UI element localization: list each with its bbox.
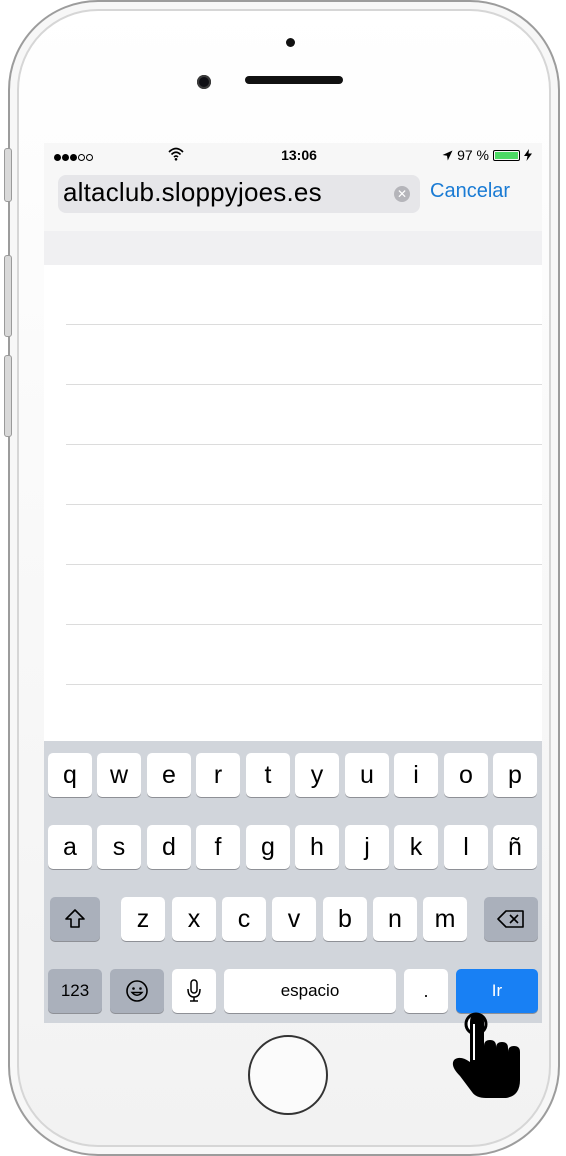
battery-icon: [493, 149, 520, 161]
suggestions-header: [44, 231, 542, 265]
backspace-icon: [497, 910, 524, 928]
phone-screen: 13:06 97 % altaclub.sloppyjoes.es ✕ Canc…: [44, 143, 542, 1023]
key-p[interactable]: p: [493, 753, 537, 797]
key-c[interactable]: c: [222, 897, 266, 941]
suggestion-row[interactable]: [66, 325, 542, 385]
hand-pointer-icon: [452, 1012, 520, 1098]
status-bar: 13:06 97 %: [44, 143, 542, 169]
key-g[interactable]: g: [246, 825, 290, 869]
key-b[interactable]: b: [323, 897, 367, 941]
home-button[interactable]: [248, 1035, 328, 1115]
key-i[interactable]: i: [394, 753, 438, 797]
status-time: 13:06: [281, 147, 317, 163]
key-l[interactable]: l: [444, 825, 488, 869]
key-q[interactable]: q: [48, 753, 92, 797]
suggestion-row[interactable]: [66, 505, 542, 565]
suggestion-row[interactable]: [66, 565, 542, 625]
url-field[interactable]: altaclub.sloppyjoes.es ✕: [58, 175, 420, 213]
microphone-icon: [187, 979, 201, 1002]
key-j[interactable]: j: [345, 825, 389, 869]
keyboard-row-1: q w e r t y u i o p: [44, 753, 542, 797]
suggestion-row[interactable]: [66, 625, 542, 685]
charging-bolt-icon: [524, 149, 532, 161]
key-y[interactable]: y: [295, 753, 339, 797]
location-arrow-icon: [442, 150, 453, 160]
keyboard-row-3: z x c v b n m: [44, 897, 542, 941]
keyboard-row-2: a s d f g h j k l ñ: [44, 825, 542, 869]
key-n[interactable]: n: [373, 897, 417, 941]
key-e[interactable]: e: [147, 753, 191, 797]
wifi-icon: [168, 147, 184, 161]
key-d[interactable]: d: [147, 825, 191, 869]
key-w[interactable]: w: [97, 753, 141, 797]
url-text[interactable]: altaclub.sloppyjoes.es: [63, 177, 322, 208]
front-camera: [197, 75, 211, 89]
key-x[interactable]: x: [172, 897, 216, 941]
suggestions-list: [44, 265, 542, 685]
signal-strength: [54, 154, 93, 161]
suggestion-row[interactable]: [66, 265, 542, 325]
mute-switch: [4, 148, 12, 202]
volume-up-button: [4, 255, 12, 337]
key-o[interactable]: o: [444, 753, 488, 797]
keyboard: q w e r t y u i o p a s d f g h j k l ñ: [44, 741, 542, 1023]
emoji-key[interactable]: [110, 969, 164, 1013]
key-z[interactable]: z: [121, 897, 165, 941]
suggestion-row[interactable]: [66, 385, 542, 445]
key-n-tilde[interactable]: ñ: [493, 825, 537, 869]
url-bar: altaclub.sloppyjoes.es ✕ Cancelar: [44, 169, 542, 232]
backspace-key[interactable]: [484, 897, 538, 941]
key-a[interactable]: a: [48, 825, 92, 869]
key-m[interactable]: m: [423, 897, 467, 941]
status-right: 97 %: [442, 147, 532, 163]
shift-icon: [65, 909, 85, 928]
volume-down-button: [4, 355, 12, 437]
space-key[interactable]: espacio: [224, 969, 396, 1013]
shift-key[interactable]: [50, 897, 100, 941]
numbers-key[interactable]: 123: [48, 969, 102, 1013]
period-key[interactable]: .: [404, 969, 448, 1013]
key-k[interactable]: k: [394, 825, 438, 869]
key-r[interactable]: r: [196, 753, 240, 797]
key-s[interactable]: s: [97, 825, 141, 869]
key-h[interactable]: h: [295, 825, 339, 869]
emoji-icon: [126, 980, 148, 1002]
proximity-sensor: [286, 38, 295, 47]
cancel-button[interactable]: Cancelar: [430, 180, 510, 203]
key-v[interactable]: v: [272, 897, 316, 941]
suggestion-row[interactable]: [66, 445, 542, 505]
key-f[interactable]: f: [196, 825, 240, 869]
key-u[interactable]: u: [345, 753, 389, 797]
battery-percent: 97 %: [457, 147, 489, 163]
dictation-key[interactable]: [172, 969, 216, 1013]
clear-icon[interactable]: ✕: [394, 186, 410, 202]
key-t[interactable]: t: [246, 753, 290, 797]
earpiece-speaker: [245, 76, 343, 84]
